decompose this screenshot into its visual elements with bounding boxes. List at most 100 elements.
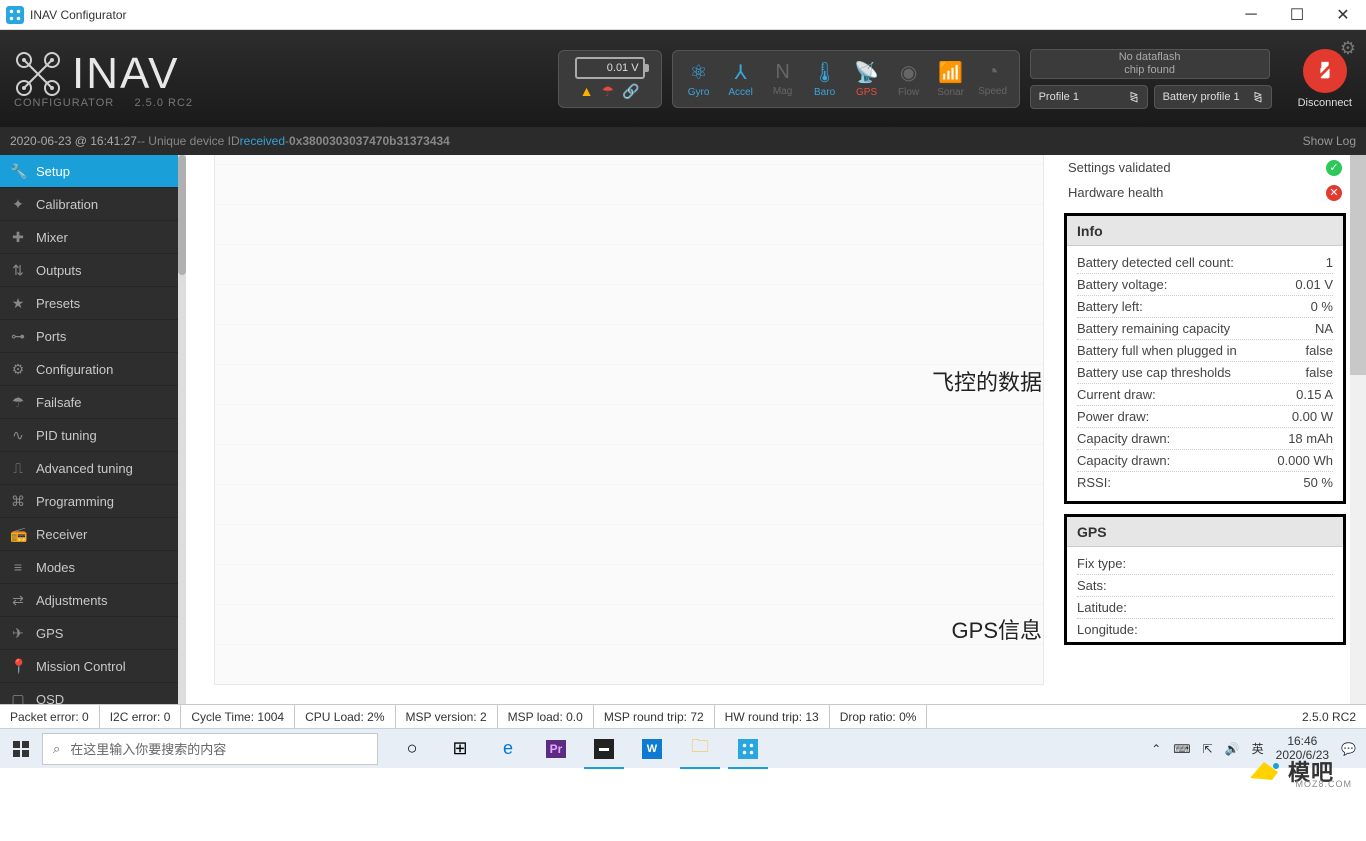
statusbar-cell: CPU Load: 2% [295, 705, 395, 728]
parachute-icon: ☂ [602, 83, 615, 100]
sensor-label: Flow [898, 87, 919, 98]
sidebar-item-outputs[interactable]: ⇅Outputs [0, 254, 178, 287]
sidebar-item-label: PID tuning [36, 428, 97, 443]
sidebar-item-configuration[interactable]: ⚙Configuration [0, 353, 178, 386]
sidebar-item-presets[interactable]: ★Presets [0, 287, 178, 320]
sidebar-icon: ⇅ [10, 262, 26, 279]
sidebar-item-label: Failsafe [36, 395, 82, 410]
info-row: Capacity drawn:0.000 Wh [1077, 450, 1333, 472]
info-row: Battery voltage:0.01 V [1077, 274, 1333, 296]
sensor-label: Baro [814, 87, 835, 98]
sidebar-icon: 🔧 [10, 163, 26, 180]
battery-icon: 0.01 V [575, 57, 645, 79]
sidebar-icon: ⌘ [10, 493, 26, 510]
info-value: false [1306, 365, 1333, 380]
explorer-icon[interactable]: 🗀 [676, 729, 724, 769]
wps-icon[interactable]: W [628, 729, 676, 769]
info-value: 0.15 A [1296, 387, 1333, 402]
statusbar-cell: I2C error: 0 [100, 705, 182, 728]
sidebar-item-programming[interactable]: ⌘Programming [0, 485, 178, 518]
log-device-id: 0x3800303037470b31373434 [289, 134, 450, 148]
gps-key: Fix type: [1077, 556, 1126, 571]
battery-profile-select[interactable]: Battery profile 1 ⧎ [1154, 85, 1272, 109]
status-label: Hardware health [1068, 185, 1163, 200]
sensor-flow[interactable]: ◉Flow [889, 60, 929, 98]
cortana-icon[interactable]: ○ [388, 729, 436, 769]
sidebar-item-pid-tuning[interactable]: ∿ PID tuning [0, 419, 178, 452]
windows-taskbar: ⌕ 在这里输入你要搜索的内容 ○ ⊞ e Pr ▬ W 🗀 ⌃ ⌨ ⇱ 🔊 英 … [0, 728, 1366, 768]
tray-keyboard-icon[interactable]: ⌨ [1173, 742, 1190, 756]
battery-status-box: 0.01 V ▲ ☂ 🔗 [558, 50, 662, 108]
info-key: Battery remaining capacity [1077, 321, 1230, 336]
sidebar-item-label: Receiver [36, 527, 87, 542]
sensor-label: Gyro [688, 87, 710, 98]
profile-select[interactable]: Profile 1 ⧎ [1030, 85, 1148, 109]
sensor-label: Speed [978, 86, 1007, 97]
sensor-gps[interactable]: 📡GPS [847, 60, 887, 98]
sensor-speed[interactable]: ◔Speed [973, 61, 1013, 97]
task-view-icon[interactable]: ⊞ [436, 729, 484, 769]
sidebar-item-mission-control[interactable]: 📍Mission Control [0, 650, 178, 683]
edge-icon[interactable]: e [484, 729, 532, 769]
sidebar-item-setup[interactable]: 🔧Setup [0, 155, 178, 188]
sidebar-icon: ⇄ [10, 592, 26, 609]
statusbar-cell: Cycle Time: 1004 [181, 705, 295, 728]
app-icon [6, 6, 24, 24]
info-value: 0.00 W [1292, 409, 1333, 424]
dataflash-status[interactable]: No dataflash chip found [1030, 49, 1270, 79]
annotation-gps-info: GPS信息 [952, 613, 1042, 645]
window-titlebar: INAV Configurator ─ ☐ ✕ [0, 0, 1366, 30]
sensor-gyro[interactable]: ⚛Gyro [679, 60, 719, 98]
window-title: INAV Configurator [30, 8, 127, 22]
sensor-label: Accel [728, 87, 752, 98]
sidebar-item-mixer[interactable]: ✚Mixer [0, 221, 178, 254]
sidebar-item-label: OSD [36, 692, 64, 705]
sidebar-icon: ☂ [10, 394, 26, 411]
sidebar-icon: 📍 [10, 658, 26, 675]
gps-row: Longitude: [1077, 619, 1333, 640]
sidebar-item-label: Ports [36, 329, 66, 344]
usb-disconnect-icon [1314, 60, 1336, 82]
sidebar-item-label: Modes [36, 560, 75, 575]
show-log-button[interactable]: Show Log [1303, 134, 1356, 148]
app-icon-1[interactable]: ▬ [580, 729, 628, 769]
logo-subtitle-left: CONFIGURATOR [14, 97, 114, 109]
settings-gear-icon[interactable]: ⚙ [1340, 38, 1356, 59]
sensor-accel[interactable]: ⅄Accel [721, 60, 761, 98]
sidebar-item-modes[interactable]: ≡Modes [0, 551, 178, 584]
logo-text: INAV [72, 49, 179, 99]
sensor-sonar[interactable]: 📶Sonar [931, 60, 971, 98]
info-value: false [1306, 343, 1333, 358]
sidebar-item-gps[interactable]: ✈GPS [0, 617, 178, 650]
sidebar-item-label: Presets [36, 296, 80, 311]
taskbar-search[interactable]: ⌕ 在这里输入你要搜索的内容 [42, 733, 378, 765]
tray-chevron-icon[interactable]: ⌃ [1151, 742, 1161, 756]
sidebar-item-failsafe[interactable]: ☂ Failsafe [0, 386, 178, 419]
sensor-mag[interactable]: NMag [763, 61, 803, 97]
profile-select-label: Profile 1 [1039, 91, 1079, 103]
sidebar-item-adjustments[interactable]: ⇄Adjustments [0, 584, 178, 617]
status-check-row: Settings validated✓ [1064, 155, 1346, 180]
main-scrollbar[interactable] [1350, 155, 1366, 704]
info-row: Battery detected cell count:1 [1077, 252, 1333, 274]
sidebar-item-osd[interactable]: ▢OSD [0, 683, 178, 704]
app-header: ⚙ INAV CONFIGURATOR 2.5.0 RC2 0.01 V [0, 30, 1366, 127]
window-maximize-button[interactable]: ☐ [1274, 0, 1320, 30]
window-minimize-button[interactable]: ─ [1228, 0, 1274, 30]
info-value: NA [1315, 321, 1333, 336]
sidebar-item-label: Configuration [36, 362, 113, 377]
sidebar-item-ports[interactable]: ⊶Ports [0, 320, 178, 353]
premiere-icon[interactable]: Pr [532, 729, 580, 769]
sidebar-item-advanced-tuning[interactable]: ⎍Advanced tuning [0, 452, 178, 485]
sidebar-item-calibration[interactable]: ✦Calibration [0, 188, 178, 221]
start-button[interactable] [0, 729, 42, 769]
sonar-icon: 📶 [938, 60, 963, 85]
sensor-baro[interactable]: 🌡Baro [805, 60, 845, 98]
info-key: Battery full when plugged in [1077, 343, 1237, 358]
inav-taskbar-icon[interactable] [724, 729, 772, 769]
window-close-button[interactable]: ✕ [1320, 0, 1366, 30]
tray-wifi-icon[interactable]: ⇱ [1203, 742, 1213, 756]
sidebar-item-receiver[interactable]: 📻Receiver [0, 518, 178, 551]
sidebar-scrollbar[interactable] [178, 155, 186, 704]
sidebar-icon: ∿ [10, 427, 26, 444]
